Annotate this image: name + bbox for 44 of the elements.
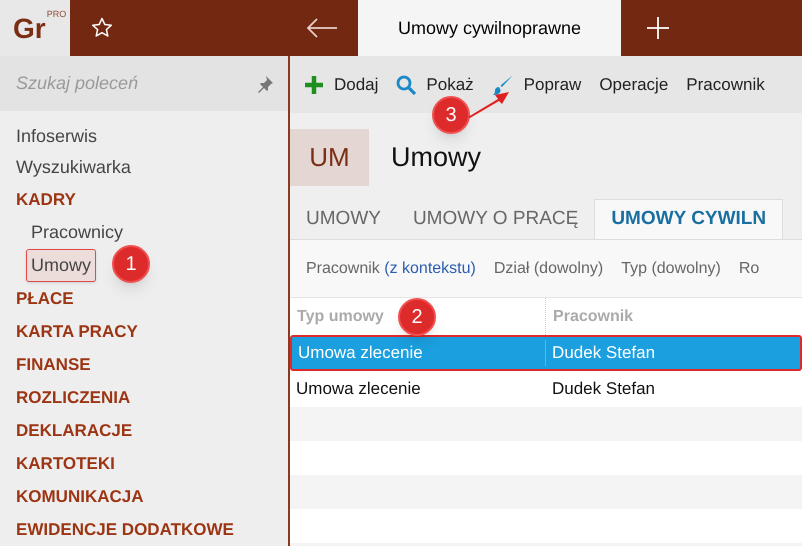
toolbar-button[interactable]: Operacje xyxy=(599,72,668,98)
toolbar-button[interactable]: Dodaj xyxy=(304,72,378,98)
filter-button[interactable]: Ro xyxy=(738,256,760,280)
plus-icon xyxy=(304,74,324,94)
search-field[interactable]: Szukaj poleceń xyxy=(16,70,256,97)
pin-icon[interactable] xyxy=(256,74,274,92)
table-cell-text: Dudek Stefan xyxy=(551,378,656,400)
pointer-arrow xyxy=(468,90,510,118)
logo-text: Gr xyxy=(13,15,46,43)
sidebar-item[interactable]: Infoserwis xyxy=(16,121,288,152)
table-cell: Umowa zlecenie xyxy=(292,340,546,366)
sidebar-section[interactable]: EWIDENCJE DODATKOWE xyxy=(16,513,288,546)
plus-icon[interactable] xyxy=(647,17,669,39)
tab[interactable]: Umowy cywilnoprawne xyxy=(358,0,621,56)
sidebar-section[interactable]: KOMUNIKACJA xyxy=(16,480,288,513)
search-field[interactable]: Szukaj poleceń xyxy=(0,56,288,111)
subtab[interactable]: UMOWY CYWILN xyxy=(594,199,784,239)
table-row[interactable]: Umowa zlecenie Dudek Stefan xyxy=(290,371,802,407)
toolbar-button[interactable]: Popraw xyxy=(492,72,582,98)
sidebar-section[interactable]: ROZLICZENIA xyxy=(16,381,288,414)
sidebar-item[interactable]: Wyszukiwarka xyxy=(16,152,288,183)
page-title: Umowy xyxy=(391,141,482,174)
filter-button[interactable]: Pracownik (z kontekstu) xyxy=(306,256,476,280)
subtab[interactable]: UMOWY O PRACĘ xyxy=(396,199,594,239)
star-icon[interactable] xyxy=(90,16,114,40)
sidebar-section[interactable]: KADRY xyxy=(16,183,288,216)
subtab[interactable]: UMOWY xyxy=(290,199,397,239)
search-icon xyxy=(396,74,416,94)
back-arrow-icon[interactable] xyxy=(306,18,338,38)
logo-edition-label: PRO xyxy=(46,10,66,19)
sidebar-section[interactable]: PŁACE xyxy=(16,282,288,315)
brush-icon xyxy=(492,74,514,96)
sidebar-section[interactable]: KARTA PRACY xyxy=(16,315,288,348)
sidebar-section[interactable]: DEKLARACJE xyxy=(16,414,288,447)
sidebar-section[interactable]: FINANSE xyxy=(16,348,288,381)
table-cell-text: Dudek Stefan xyxy=(551,342,656,364)
filter-button[interactable]: Dział (dowolny) xyxy=(494,256,604,280)
module-code: UM xyxy=(290,129,369,186)
sidebar-section[interactable]: KARTOTEKI xyxy=(16,447,288,480)
toolbar-button[interactable]: Pracownik xyxy=(686,72,765,98)
sidebar-subitem[interactable]: Umowy xyxy=(26,249,96,282)
filter-button[interactable]: Typ (dowolny) xyxy=(621,256,721,280)
toolbar-button[interactable]: Pokaż xyxy=(396,72,474,98)
table-cell-text: Umowa zlecenie xyxy=(295,378,422,400)
